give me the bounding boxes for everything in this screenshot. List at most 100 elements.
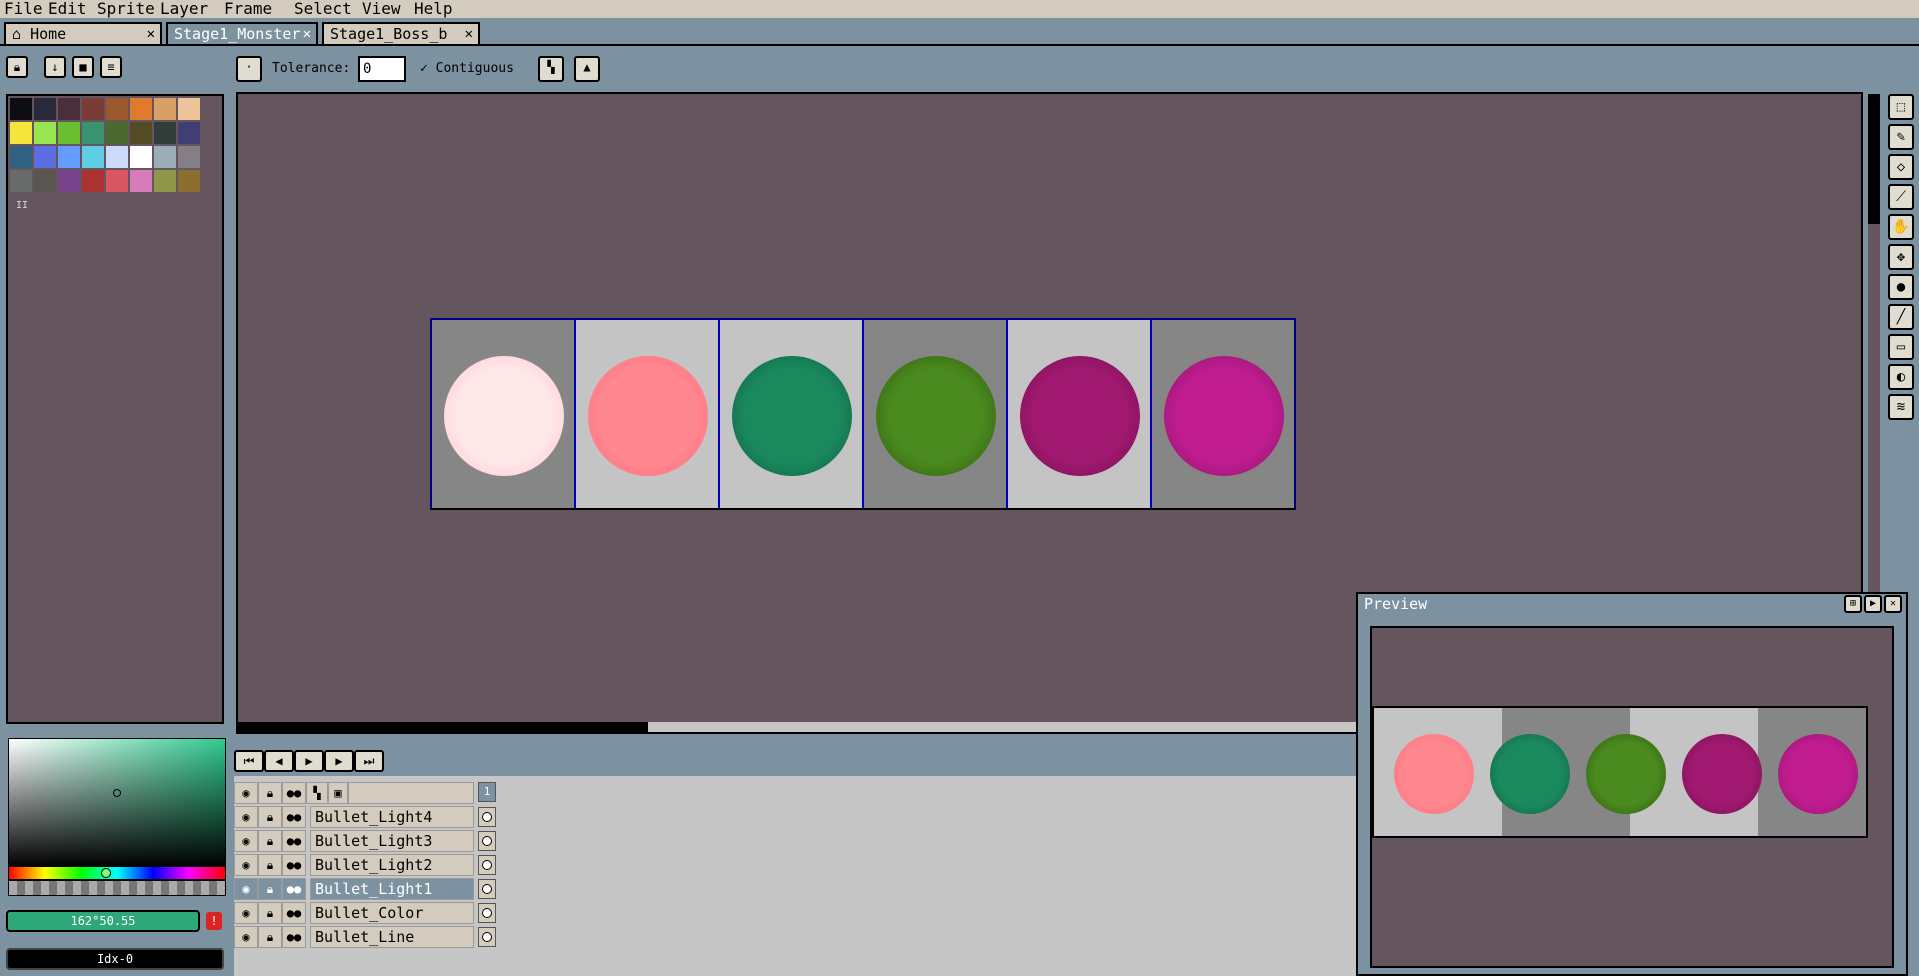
hue-handle[interactable] xyxy=(101,868,111,878)
lock-icon[interactable]: 🔒︎ xyxy=(258,782,282,804)
cel[interactable] xyxy=(478,927,496,947)
eraser-icon[interactable]: ◇ xyxy=(1888,154,1914,180)
palette-swatch[interactable] xyxy=(178,146,200,168)
onion-skin-icon[interactable]: ▣ xyxy=(328,782,348,804)
menu-view[interactable]: View xyxy=(362,0,401,18)
pencil-icon[interactable]: ✎ xyxy=(1888,124,1914,150)
ellipse-icon[interactable]: ◐ xyxy=(1888,364,1914,390)
layer-row[interactable]: ◉ 🔒︎ ●● Bullet_Color xyxy=(234,902,496,926)
tab-stage1-monster[interactable]: Stage1_Monster ✕ xyxy=(166,22,318,44)
palette-swatch[interactable] xyxy=(130,98,152,120)
next-frame-icon[interactable]: ▶ xyxy=(324,750,354,772)
palette-swatch[interactable] xyxy=(34,98,56,120)
layer-name[interactable]: Bullet_Light4 xyxy=(310,806,474,828)
sprite-sheet[interactable] xyxy=(430,318,1296,510)
hand-icon[interactable]: ✋ xyxy=(1888,214,1914,240)
contiguous-checkbox[interactable]: ✓ Contiguous xyxy=(420,61,514,76)
palette-swatch[interactable] xyxy=(82,146,104,168)
sprite-frame[interactable] xyxy=(864,320,1008,508)
stamp-icon[interactable]: ▲ xyxy=(574,56,600,82)
close-icon[interactable]: ✕ xyxy=(303,24,311,44)
lock-icon[interactable]: 🔒︎ xyxy=(6,56,28,78)
lock-icon[interactable]: 🔒︎ xyxy=(258,806,282,828)
close-icon[interactable]: ✕ xyxy=(465,24,473,44)
play-icon[interactable]: ▶ xyxy=(294,750,324,772)
eye-icon[interactable]: ◉ xyxy=(234,902,258,924)
continuous-icon[interactable]: ●● xyxy=(282,878,306,900)
sprite-frame[interactable] xyxy=(432,320,576,508)
palette-swatch[interactable] xyxy=(82,122,104,144)
palette-swatch[interactable] xyxy=(106,170,128,192)
menu-frame[interactable]: Frame xyxy=(224,0,272,18)
menu-file[interactable]: File xyxy=(4,0,43,18)
scrollbar-thumb[interactable] xyxy=(238,722,648,732)
prev-frame-icon[interactable]: ◀ xyxy=(264,750,294,772)
sprite-frame[interactable] xyxy=(720,320,864,508)
move-icon[interactable]: ✥ xyxy=(1888,244,1914,270)
palette-swatch[interactable] xyxy=(154,146,176,168)
continuous-icon[interactable]: ●● xyxy=(282,926,306,948)
pixel-perfect-icon[interactable]: ▚ xyxy=(538,56,564,82)
palette-swatch[interactable] xyxy=(58,170,80,192)
continuous-icon[interactable]: ●● xyxy=(282,854,306,876)
lock-icon[interactable]: 🔒︎ xyxy=(258,854,282,876)
cel[interactable] xyxy=(478,831,496,851)
sprite-frame[interactable] xyxy=(576,320,720,508)
palette-presets-button[interactable]: ■ xyxy=(72,56,94,78)
rectangle-icon[interactable]: ▭ xyxy=(1888,334,1914,360)
palette-swatch[interactable] xyxy=(130,146,152,168)
layer-link-icon[interactable]: ▚ xyxy=(306,782,328,804)
last-frame-icon[interactable]: ⏭ xyxy=(354,750,384,772)
marquee-icon[interactable]: ⬚ xyxy=(1888,94,1914,120)
eyedropper-icon[interactable]: ⟋ xyxy=(1888,184,1914,210)
first-frame-icon[interactable]: ⏮ xyxy=(234,750,264,772)
continuous-icon[interactable]: ●● xyxy=(282,782,306,804)
palette-swatch[interactable] xyxy=(106,122,128,144)
palette-swatch[interactable] xyxy=(178,98,200,120)
continuous-icon[interactable]: ●● xyxy=(282,806,306,828)
eye-icon[interactable]: ◉ xyxy=(234,878,258,900)
cel[interactable] xyxy=(478,807,496,827)
cel[interactable] xyxy=(478,855,496,875)
palette-options-button[interactable]: ≡ xyxy=(100,56,122,78)
cel[interactable] xyxy=(478,903,496,923)
palette-swatch[interactable] xyxy=(154,170,176,192)
layer-row[interactable]: ◉ 🔒︎ ●● Bullet_Light1 xyxy=(234,878,496,902)
palette-swatch[interactable] xyxy=(130,122,152,144)
palette-swatch[interactable] xyxy=(34,146,56,168)
scrollbar-thumb[interactable] xyxy=(1868,94,1880,224)
layer-name[interactable]: Bullet_Color xyxy=(310,902,474,924)
layer-row[interactable]: ◉ 🔒︎ ●● Bullet_Light3 xyxy=(234,830,496,854)
menu-help[interactable]: Help xyxy=(414,0,453,18)
palette-swatch[interactable] xyxy=(34,170,56,192)
lock-icon[interactable]: 🔒︎ xyxy=(258,902,282,924)
palette-swatch[interactable] xyxy=(154,98,176,120)
sprite-frame[interactable] xyxy=(1152,320,1294,508)
palette-swatch[interactable] xyxy=(10,170,32,192)
palette-swatch[interactable] xyxy=(82,170,104,192)
palette-swatch[interactable] xyxy=(130,170,152,192)
hue-slider[interactable] xyxy=(8,866,226,880)
layer-row[interactable]: ◉ 🔒︎ ●● Bullet_Line xyxy=(234,926,496,950)
warning-icon[interactable]: ! xyxy=(206,912,222,930)
brush-size-button[interactable]: · xyxy=(236,56,262,82)
lock-icon[interactable]: 🔒︎ xyxy=(258,830,282,852)
lock-icon[interactable]: 🔒︎ xyxy=(258,926,282,948)
palette-swatch[interactable] xyxy=(58,122,80,144)
eye-icon[interactable]: ◉ xyxy=(234,782,258,804)
palette-swatch[interactable] xyxy=(10,122,32,144)
layer-row[interactable]: ◉ 🔒︎ ●● Bullet_Light2 xyxy=(234,854,496,878)
close-icon[interactable]: ✕ xyxy=(147,24,155,44)
palette-swatch[interactable] xyxy=(178,170,200,192)
frame-number[interactable]: 1 xyxy=(478,782,496,802)
color-field[interactable] xyxy=(8,738,226,868)
lock-icon[interactable]: 🔒︎ xyxy=(258,878,282,900)
palette-swatch[interactable] xyxy=(34,122,56,144)
sprite-frame[interactable] xyxy=(1008,320,1152,508)
palette-swatch[interactable] xyxy=(178,122,200,144)
palette-swatch[interactable] xyxy=(82,98,104,120)
palette-sort-button[interactable]: ↓ xyxy=(44,56,66,78)
close-icon[interactable]: ✕ xyxy=(1884,595,1902,613)
tab-home[interactable]: ⌂ Home ✕ xyxy=(4,22,162,44)
palette-swatch[interactable] xyxy=(106,146,128,168)
